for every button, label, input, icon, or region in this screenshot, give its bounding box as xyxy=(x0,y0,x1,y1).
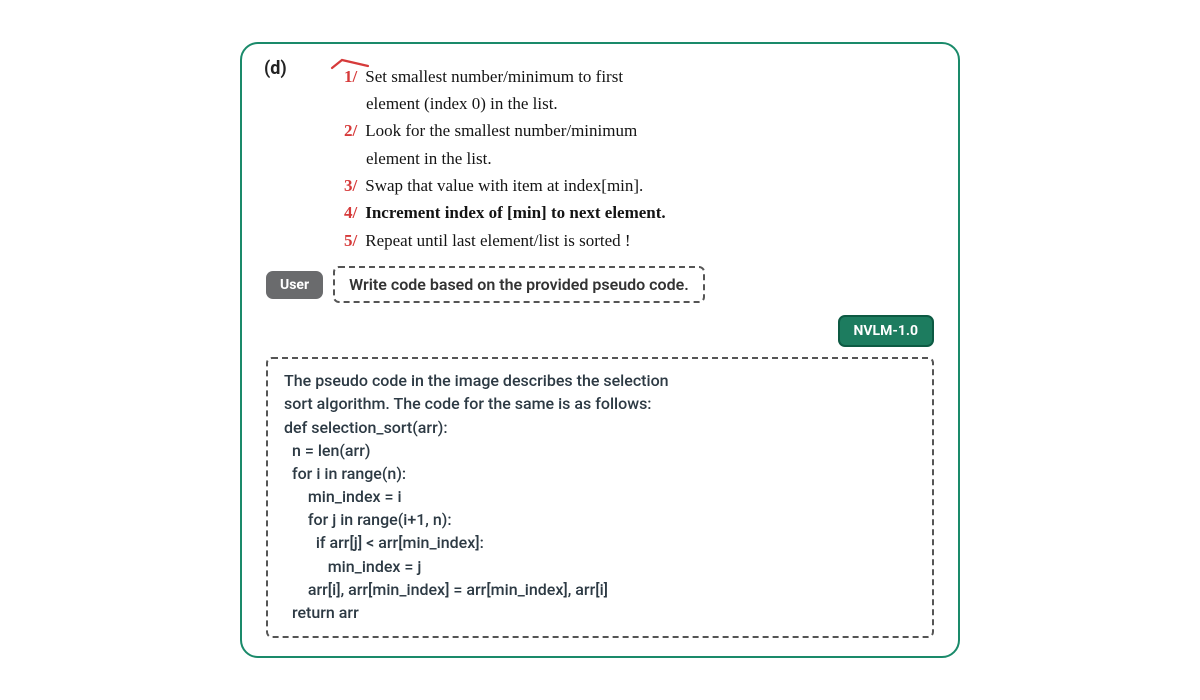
hw-line: 3/ Swap that value with item at index[mi… xyxy=(344,173,934,199)
hw-step-number: 5/ xyxy=(344,228,357,254)
hw-line: 2/ Look for the smallest number/minimum xyxy=(344,118,934,144)
hw-step-text: element (index 0) in the list. xyxy=(366,91,558,117)
hw-line: 1/ Set smallest number/minimum to first xyxy=(344,64,934,90)
hw-line: 4/ Increment index of [min] to next elem… xyxy=(344,200,934,226)
model-response-bubble: The pseudo code in the image describes t… xyxy=(266,357,934,638)
hw-step-number: 3/ xyxy=(344,173,357,199)
example-panel: (d) 1/ Set smallest number/minimum to fi… xyxy=(240,42,960,658)
hw-line: element in the list. xyxy=(344,146,934,172)
user-row: User Write code based on the provided ps… xyxy=(266,266,934,303)
user-prompt-bubble: Write code based on the provided pseudo … xyxy=(333,266,705,303)
panel-label: (d) xyxy=(264,58,287,79)
model-badge: NVLM-1.0 xyxy=(838,315,935,347)
user-badge: User xyxy=(266,271,323,299)
hw-line: element (index 0) in the list. xyxy=(344,91,934,117)
hw-step-text: Increment index of [min] to next element… xyxy=(365,200,665,226)
hw-step-number: 4/ xyxy=(344,200,357,226)
hw-step-number: 2/ xyxy=(344,118,357,144)
hw-step-text: Repeat until last element/list is sorted… xyxy=(365,228,630,254)
hw-step-text: element in the list. xyxy=(366,146,492,172)
hw-step-text: Set smallest number/minimum to first xyxy=(365,64,623,90)
model-badge-row: NVLM-1.0 xyxy=(266,315,934,347)
hw-step-text: Look for the smallest number/minimum xyxy=(365,118,637,144)
red-tick-mark xyxy=(330,56,370,74)
hw-step-text: Swap that value with item at index[min]. xyxy=(365,173,643,199)
handwritten-pseudocode: 1/ Set smallest number/minimum to first … xyxy=(344,64,934,254)
hw-line: 5/ Repeat until last element/list is sor… xyxy=(344,228,934,254)
